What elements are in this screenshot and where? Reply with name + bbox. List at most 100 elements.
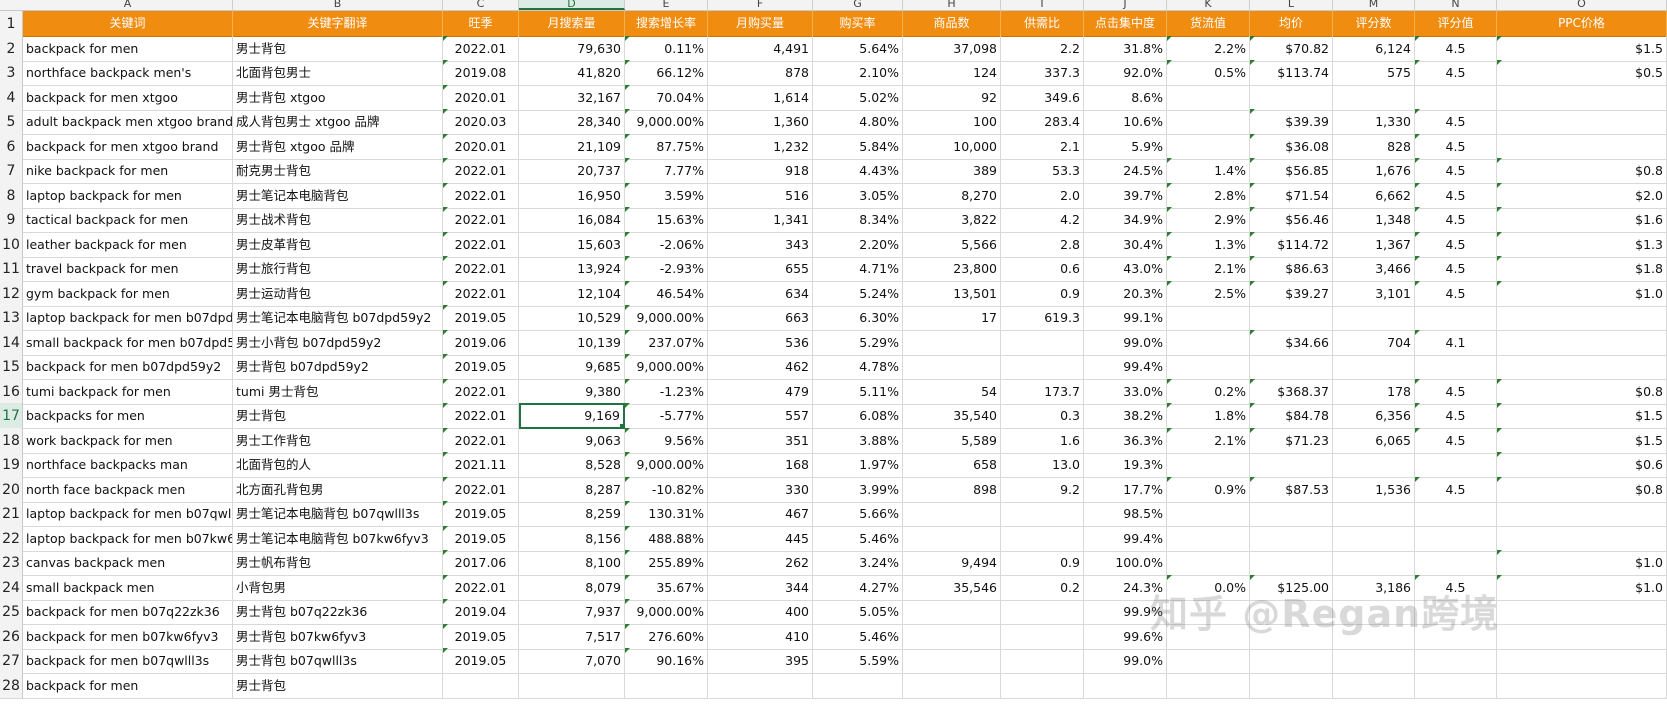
cell-n[interactable]: 4.5 xyxy=(1415,158,1497,184)
cell-f[interactable]: 351 xyxy=(708,427,813,454)
cell-h[interactable]: 8,270 xyxy=(903,182,1001,209)
header-cell-c[interactable]: 旺季 xyxy=(443,11,519,37)
cell-m[interactable]: 6,065 xyxy=(1333,427,1415,454)
cell-j[interactable]: 33.0% xyxy=(1084,378,1167,405)
cell-m[interactable]: 1,536 xyxy=(1333,476,1415,503)
cell-n[interactable]: 4.5 xyxy=(1415,476,1497,503)
cell-e[interactable] xyxy=(625,672,708,699)
cell-a[interactable]: laptop backpack for men b07dpd59y2 xyxy=(23,305,233,331)
cell-g[interactable] xyxy=(813,672,903,699)
cell-b[interactable]: 男士皮革背包 xyxy=(233,231,443,258)
cell-h[interactable] xyxy=(903,672,1001,699)
cell-l[interactable]: $114.72 xyxy=(1250,231,1333,258)
cell-d[interactable]: 8,156 xyxy=(519,525,625,552)
cell-m[interactable]: 6,356 xyxy=(1333,403,1415,429)
column-header-o[interactable]: O xyxy=(1497,0,1667,10)
cell-i[interactable] xyxy=(1001,501,1084,527)
cell-j[interactable]: 30.4% xyxy=(1084,231,1167,258)
cell-l[interactable]: $125.00 xyxy=(1250,574,1333,601)
header-cell-a[interactable]: 关键词 xyxy=(23,11,233,37)
cell-n[interactable]: 4.5 xyxy=(1415,427,1497,454)
active-cell[interactable]: 9,169 xyxy=(519,403,625,429)
cell-c[interactable] xyxy=(443,672,519,699)
row-number[interactable]: 22 xyxy=(0,525,23,552)
cell-j[interactable]: 10.6% xyxy=(1084,109,1167,135)
cell-k[interactable]: 1.8% xyxy=(1167,403,1250,429)
cell-d[interactable]: 8,079 xyxy=(519,574,625,601)
cell-f[interactable]: 4,491 xyxy=(708,35,813,62)
cell-n[interactable]: 4.5 xyxy=(1415,133,1497,160)
cell-a[interactable]: tactical backpack for men xyxy=(23,207,233,233)
cell-e[interactable]: 7.77% xyxy=(625,158,708,184)
cell-b[interactable]: 男士笔记本电脑背包 b07kw6fyv3 xyxy=(233,525,443,552)
cell-o[interactable] xyxy=(1497,329,1667,356)
cell-c[interactable]: 2022.01 xyxy=(443,574,519,601)
row-number[interactable]: 2 xyxy=(0,35,23,62)
cell-o[interactable] xyxy=(1497,623,1667,650)
cell-b[interactable]: 男士背包 b07kw6fyv3 xyxy=(233,623,443,650)
header-cell-k[interactable]: 货流值 xyxy=(1167,11,1250,37)
cell-f[interactable]: 330 xyxy=(708,476,813,503)
cell-f[interactable]: 344 xyxy=(708,574,813,601)
cell-n[interactable]: 4.5 xyxy=(1415,256,1497,282)
cell-a[interactable]: backpack for men b07kw6fyv3 xyxy=(23,623,233,650)
cell-n[interactable]: 4.5 xyxy=(1415,35,1497,62)
cell-k[interactable]: 2.2% xyxy=(1167,35,1250,62)
cell-n[interactable] xyxy=(1415,84,1497,111)
cell-e[interactable]: 130.31% xyxy=(625,501,708,527)
column-header-h[interactable]: H xyxy=(903,0,1001,10)
cell-d[interactable]: 9,685 xyxy=(519,354,625,380)
row-number[interactable]: 25 xyxy=(0,599,23,625)
cell-a[interactable]: north face backpack men xyxy=(23,476,233,503)
cell-a[interactable]: backpack for men b07dpd59y2 xyxy=(23,354,233,380)
header-cell-l[interactable]: 均价 xyxy=(1250,11,1333,37)
cell-a[interactable]: laptop backpack for men b07kw6fyv3 xyxy=(23,525,233,552)
cell-i[interactable] xyxy=(1001,525,1084,552)
cell-l[interactable]: $113.74 xyxy=(1250,60,1333,86)
cell-d[interactable]: 32,167 xyxy=(519,84,625,111)
cell-b[interactable]: 男士笔记本电脑背包 b07qwlll3s xyxy=(233,501,443,527)
row-number[interactable]: 19 xyxy=(0,452,23,478)
cell-g[interactable]: 6.30% xyxy=(813,305,903,331)
cell-l[interactable]: $56.46 xyxy=(1250,207,1333,233)
cell-h[interactable] xyxy=(903,623,1001,650)
cell-h[interactable]: 92 xyxy=(903,84,1001,111)
cell-j[interactable]: 34.9% xyxy=(1084,207,1167,233)
cell-i[interactable]: 0.6 xyxy=(1001,256,1084,282)
cell-j[interactable]: 99.0% xyxy=(1084,329,1167,356)
column-header-m[interactable]: M xyxy=(1333,0,1415,10)
cell-f[interactable]: 1,360 xyxy=(708,109,813,135)
cell-o[interactable]: $0.8 xyxy=(1497,378,1667,405)
cell-k[interactable] xyxy=(1167,84,1250,111)
cell-e[interactable]: 255.89% xyxy=(625,550,708,576)
cell-l[interactable] xyxy=(1250,672,1333,699)
cell-j[interactable]: 24.5% xyxy=(1084,158,1167,184)
column-header-c[interactable]: C xyxy=(443,0,519,10)
cell-g[interactable]: 4.80% xyxy=(813,109,903,135)
cell-a[interactable]: backpack for men xyxy=(23,35,233,62)
cell-j[interactable]: 99.9% xyxy=(1084,599,1167,625)
cell-m[interactable] xyxy=(1333,599,1415,625)
cell-j[interactable]: 31.8% xyxy=(1084,35,1167,62)
cell-h[interactable]: 37,098 xyxy=(903,35,1001,62)
cell-a[interactable]: laptop backpack for men xyxy=(23,182,233,209)
cell-i[interactable]: 4.2 xyxy=(1001,207,1084,233)
cell-g[interactable]: 3.99% xyxy=(813,476,903,503)
cell-k[interactable]: 2.1% xyxy=(1167,427,1250,454)
cell-c[interactable]: 2022.01 xyxy=(443,35,519,62)
cell-a[interactable]: backpack for men b07qwlll3s xyxy=(23,648,233,674)
cell-c[interactable]: 2021.11 xyxy=(443,452,519,478)
cell-m[interactable]: 178 xyxy=(1333,378,1415,405)
column-header-d[interactable]: D xyxy=(519,0,625,10)
cell-o[interactable]: $0.6 xyxy=(1497,452,1667,478)
header-cell-n[interactable]: 评分值 xyxy=(1415,11,1497,37)
row-number[interactable]: 26 xyxy=(0,623,23,650)
cell-k[interactable]: 0.0% xyxy=(1167,574,1250,601)
cell-l[interactable] xyxy=(1250,623,1333,650)
cell-o[interactable]: $1.5 xyxy=(1497,35,1667,62)
row-number[interactable]: 21 xyxy=(0,501,23,527)
cell-g[interactable]: 2.20% xyxy=(813,231,903,258)
cell-j[interactable]: 19.3% xyxy=(1084,452,1167,478)
cell-m[interactable]: 3,101 xyxy=(1333,280,1415,307)
cell-n[interactable]: 4.5 xyxy=(1415,109,1497,135)
